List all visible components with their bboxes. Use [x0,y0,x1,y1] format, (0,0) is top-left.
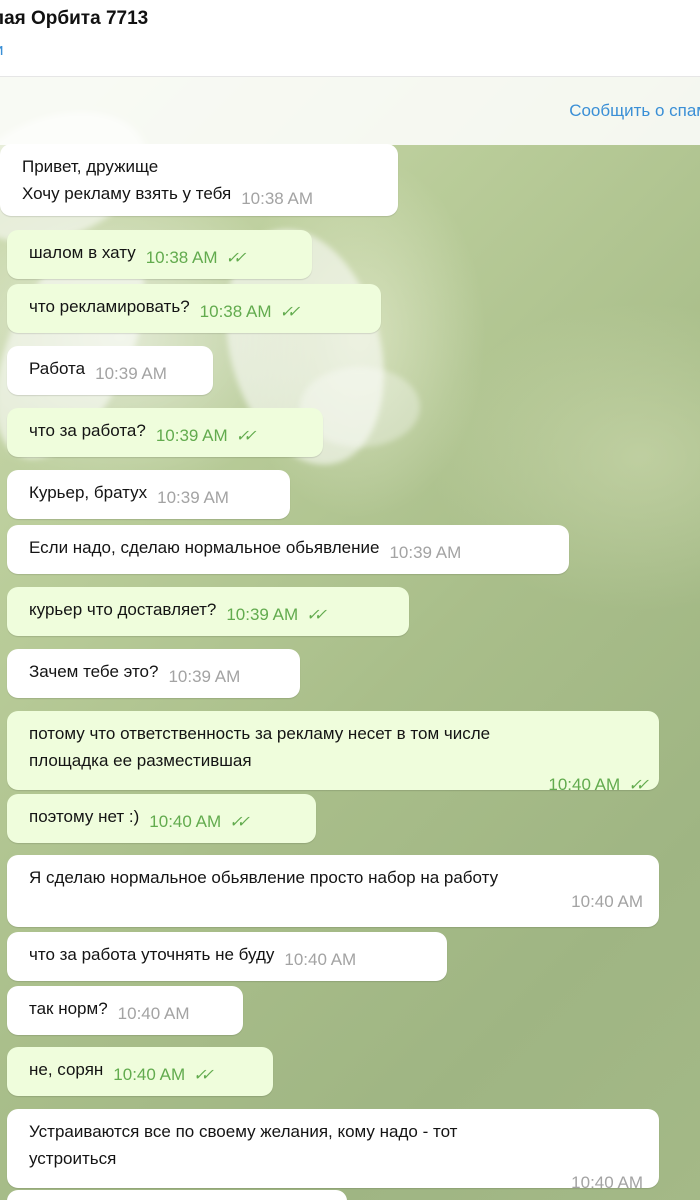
double-check-icon: ✓✓ [225,250,247,267]
message-bubble[interactable]: поэтому нет :) 10:40 AM ✓✓ [7,794,316,843]
message-time: 10:40 AM ✓✓ [149,808,250,836]
message-bubble[interactable]: Зачем тебе это? 10:39 AM [7,649,300,698]
message-time: 10:38 AM [241,189,314,208]
message-text: что за работа уточнять не буду [29,945,275,964]
message-text: Работа [29,359,86,378]
double-check-icon: ✓✓ [279,304,300,321]
chat-status: и [0,40,4,60]
message-bubble[interactable]: что рекламировать? 10:38 AM ✓✓ [7,284,381,333]
report-spam-bar: Сообщить о спам [0,77,700,145]
message-text: не, сорян [29,1060,104,1079]
message-text: шалом в хату [29,243,136,262]
message-bubble[interactable]: Я сделаю нормальное обьявление просто на… [7,855,659,927]
message-text: так норм? [29,999,108,1018]
message-bubble[interactable]: Курьер, братух 10:39 AM [7,470,290,519]
message-text: Привет, дружище Хочу рекламу взять у теб… [22,157,232,203]
double-check-icon: ✓✓ [235,428,257,445]
message-text: что рекламировать? [29,297,190,316]
message-bubble[interactable]: так норм? 10:40 AM [7,986,243,1035]
message-text: Я сделаю нормальное обьявление просто на… [29,868,499,887]
message-bubble[interactable]: Работа 10:39 AM [7,346,213,395]
message-time: 10:40 AM [117,1004,190,1023]
message-text: Зачем тебе это? [29,662,159,681]
double-check-icon: ✓✓ [628,777,649,794]
message-time: 10:38 AM ✓✓ [146,244,247,272]
message-text: потому что ответственность за рекламу не… [29,724,491,770]
message-bubble[interactable]: Устраиваются все по своему желания, кому… [7,1109,659,1192]
message-time: 10:38 AM ✓✓ [200,298,301,326]
message-time: 10:40 AM ✓✓ [113,1061,214,1089]
report-spam-link[interactable]: Сообщить о спам [569,101,700,121]
message-time: 10:39 AM [95,364,167,383]
message-bubble[interactable]: Привет, дружище Хочу рекламу взять у теб… [0,144,398,216]
message-time: 10:40 AM [571,892,643,911]
message-time: 10:39 AM [389,543,462,562]
message-time: 10:40 AM [284,950,357,969]
message-time: 10:39 AM [168,667,241,686]
message-text: поэтому нет :) [29,807,140,826]
message-text: курьер что доставляет? [29,600,217,619]
message-text: Если надо, сделаю нормальное обьявление [29,538,380,557]
message-bubble-partial[interactable] [7,1190,347,1200]
double-check-icon: ✓✓ [193,1067,214,1084]
message-bubble[interactable]: потому что ответственность за рекламу не… [7,711,659,794]
double-check-icon: ✓✓ [229,814,250,831]
chat-header: лая Орбита 7713 и [0,0,700,77]
message-bubble[interactable]: что за работа уточнять не буду 10:40 AM [7,932,447,981]
message-bubble[interactable]: Если надо, сделаю нормальное обьявление 1… [7,525,569,574]
chat-area[interactable]: Сообщить о спам Привет, дружище Хочу рек… [0,77,700,1200]
message-bubble[interactable]: что за работа? 10:39 AM ✓✓ [7,408,323,457]
message-bubble[interactable]: не, сорян 10:40 AM ✓✓ [7,1047,273,1096]
double-check-icon: ✓✓ [306,607,327,624]
message-time: 10:39 AM ✓✓ [226,601,327,629]
message-bubble[interactable]: курьер что доставляет? 10:39 AM ✓✓ [7,587,409,636]
message-text: что за работа? [29,421,146,440]
message-text: Курьер, братух [29,483,148,502]
message-time: 10:39 AM [157,488,229,507]
chat-title[interactable]: лая Орбита 7713 [0,8,148,30]
message-time: 10:39 AM ✓✓ [156,422,257,450]
message-bubble[interactable]: шалом в хату 10:38 AM ✓✓ [7,230,312,279]
message-text: Устраиваются все по своему желания, кому… [29,1122,458,1168]
